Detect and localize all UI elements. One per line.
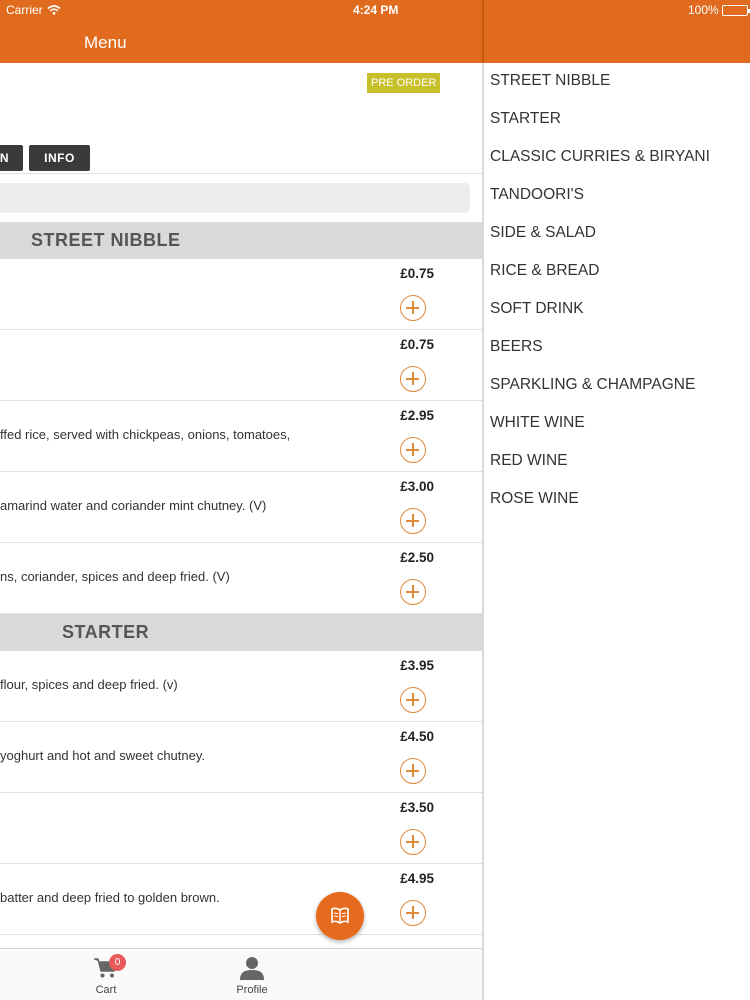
add-circle-icon[interactable] (400, 687, 426, 713)
item-price: £2.50 (400, 550, 434, 565)
add-circle-icon[interactable] (400, 579, 426, 605)
item-description: amarind water and coriander mint chutney… (0, 498, 267, 513)
page-title: Menu (84, 33, 127, 52)
menu-items-list: STREET NIBBLE £0.75 £0.75 ffed rice, ser… (0, 222, 482, 935)
category-rice-bread[interactable]: RICE & BREAD (490, 253, 745, 291)
item-price: £0.75 (400, 337, 434, 352)
item-description: ffed rice, served with chickpeas, onions… (0, 427, 291, 442)
menu-item[interactable]: amarind water and coriander mint chutney… (0, 472, 482, 543)
add-circle-icon[interactable] (400, 437, 426, 463)
profile-label: Profile (236, 984, 268, 996)
item-description: yoghurt and hot and sweet chutney. (0, 748, 206, 763)
add-circle-icon[interactable] (400, 295, 426, 321)
add-circle-icon[interactable] (400, 900, 426, 926)
item-description: flour, spices and deep fried. (v) (0, 677, 178, 692)
menu-item[interactable]: ffed rice, served with chickpeas, onions… (0, 401, 482, 472)
cart-count-badge: 0 (109, 954, 126, 971)
item-price: £0.75 (400, 266, 434, 281)
menu-book-icon (331, 907, 349, 924)
category-rose-wine[interactable]: ROSE WINE (490, 481, 745, 519)
add-circle-icon[interactable] (400, 366, 426, 392)
panel-divider (482, 0, 484, 1000)
category-sparkling-champagne[interactable]: SPARKLING & CHAMPAGNE (490, 367, 745, 405)
category-red-wine[interactable]: RED WINE (490, 443, 745, 481)
category-side-salad[interactable]: SIDE & SALAD (490, 215, 745, 253)
add-circle-icon[interactable] (400, 829, 426, 855)
header-divider (482, 0, 484, 63)
profile-icon (240, 957, 264, 980)
category-beers[interactable]: BEERS (490, 329, 745, 367)
category-soft-drink[interactable]: SOFT DRINK (490, 291, 745, 329)
add-circle-icon[interactable] (400, 508, 426, 534)
menu-item[interactable]: ns, coriander, spices and deep fried. (V… (0, 543, 482, 614)
section-header-street-nibble: STREET NIBBLE (0, 222, 482, 259)
menu-book-fab[interactable] (316, 892, 364, 940)
status-battery: 100% (688, 3, 750, 17)
menu-item[interactable]: £3.50 (0, 793, 482, 864)
menu-panel: PRE ORDER N INFO STREET NIBBLE £0.75 £0.… (0, 63, 482, 1000)
item-price: £4.95 (400, 871, 434, 886)
item-price: £4.50 (400, 729, 434, 744)
menu-item[interactable]: £0.75 (0, 330, 482, 401)
section-title: STREET NIBBLE (31, 230, 181, 250)
menu-item[interactable]: £0.75 (0, 259, 482, 330)
tabs-divider (0, 173, 482, 174)
category-list: STREET NIBBLE STARTER CLASSIC CURRIES & … (490, 63, 745, 519)
status-time: 4:24 PM (353, 3, 399, 17)
status-carrier: Carrier (6, 3, 61, 17)
add-circle-icon[interactable] (400, 758, 426, 784)
item-description: ns, coriander, spices and deep fried. (V… (0, 569, 230, 584)
category-white-wine[interactable]: WHITE WINE (490, 405, 745, 443)
item-price: £2.95 (400, 408, 434, 423)
carrier-label: Carrier (6, 3, 43, 17)
item-description: batter and deep fried to golden brown. (0, 890, 220, 905)
item-price: £3.95 (400, 658, 434, 673)
category-tandooris[interactable]: TANDOORI'S (490, 177, 745, 215)
search-input[interactable] (0, 183, 470, 213)
item-price: £3.00 (400, 479, 434, 494)
bottom-tab-bar: 0 Cart Profile (0, 948, 482, 1000)
section-title: STARTER (62, 622, 150, 642)
category-classic-curries-biryani[interactable]: CLASSIC CURRIES & BIRYANI (490, 139, 745, 177)
category-street-nibble[interactable]: STREET NIBBLE (490, 63, 745, 101)
pre-order-badge[interactable]: PRE ORDER (367, 73, 441, 93)
item-price: £3.50 (400, 800, 434, 815)
category-starter[interactable]: STARTER (490, 101, 745, 139)
wifi-icon (47, 5, 61, 15)
menu-item[interactable]: flour, spices and deep fried. (v) £3.95 (0, 651, 482, 722)
section-header-starter: STARTER (0, 614, 482, 651)
menu-item[interactable]: batter and deep fried to golden brown. £… (0, 864, 482, 935)
tab-info[interactable]: INFO (29, 145, 90, 171)
menu-item[interactable]: yoghurt and hot and sweet chutney. £4.50 (0, 722, 482, 793)
battery-icon (721, 4, 750, 16)
battery-label: 100% (688, 3, 719, 17)
cart-label: Cart (95, 984, 117, 996)
tab-menu[interactable]: N (0, 145, 23, 171)
